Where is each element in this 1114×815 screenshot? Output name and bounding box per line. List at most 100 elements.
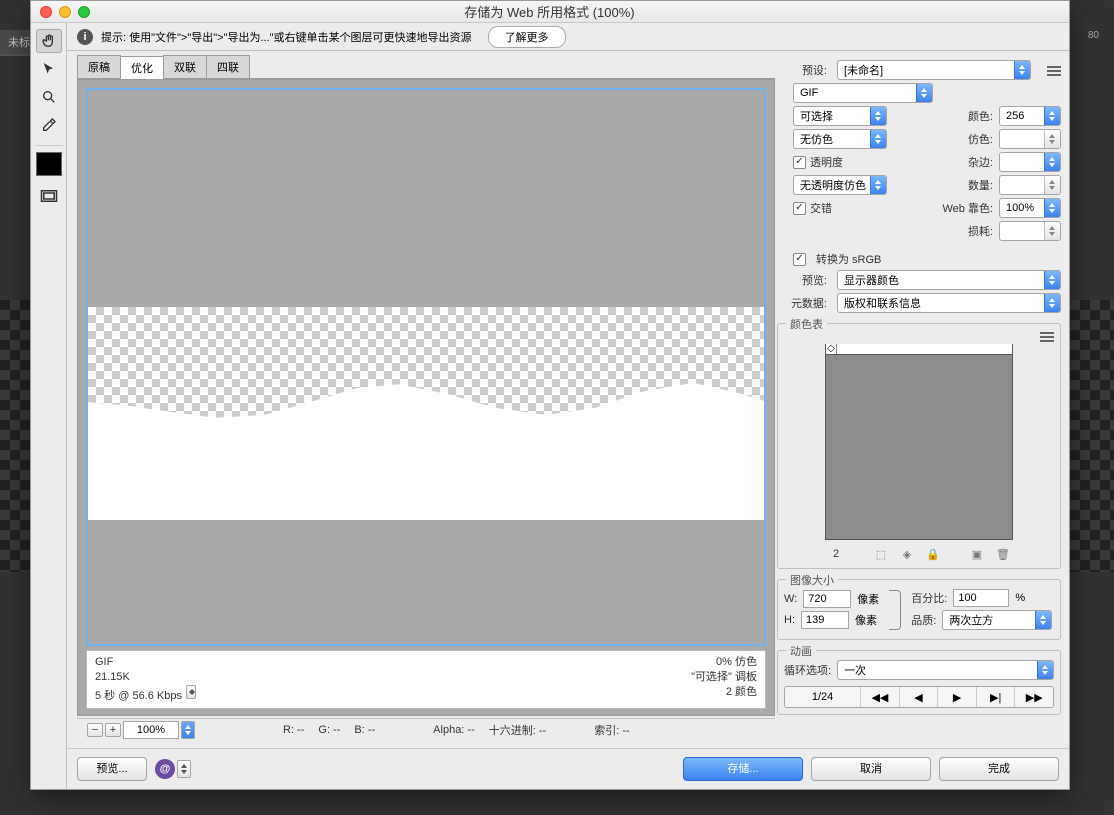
frame-last-button[interactable]: ▶▶ <box>1015 687 1053 707</box>
preset-combo[interactable]: [未命名] <box>837 60 1031 80</box>
frame-play-button[interactable]: ▶ <box>938 687 977 707</box>
done-button[interactable]: 完成 <box>939 757 1059 781</box>
zoom-tool[interactable] <box>36 85 62 109</box>
browser-menu-stepper[interactable] <box>177 760 191 778</box>
matte-label: 杂边: <box>968 154 993 170</box>
websnap-label: Web 靠色: <box>942 200 993 216</box>
info-colors: 2 颜色 <box>691 685 757 700</box>
trans-amount-label: 数量: <box>968 177 993 193</box>
info-palette: "可选择" 调板 <box>691 670 757 685</box>
preview-profile-combo[interactable]: 显示器颜色 <box>837 270 1061 290</box>
preview-profile-label: 预览: <box>777 272 827 288</box>
zoom-stepper[interactable] <box>181 721 195 739</box>
ct-lock-icon[interactable]: 🔒 <box>924 546 942 562</box>
animation-fieldset: 动画 循环选项:一次 1/24 ◀◀ ◀ ▶ ▶| ▶▶ <box>777 650 1061 715</box>
quality-combo[interactable]: 两次立方 <box>942 610 1052 630</box>
hint-bar: i 提示: 使用"文件">"导出">"导出为..."或右键单击某个图层可更快速地… <box>67 23 1069 51</box>
browser-preview-icon[interactable]: @ <box>155 759 175 779</box>
tab-2up[interactable]: 双联 <box>163 55 207 78</box>
toggle-slices-button[interactable] <box>36 184 62 208</box>
lossy-label: 损耗: <box>968 223 993 239</box>
learn-more-button[interactable]: 了解更多 <box>488 26 566 48</box>
preset-label: 预设: <box>777 62 827 78</box>
info-dither: 0% 仿色 <box>691 655 757 670</box>
info-time: 5 秒 @ 56.6 Kbps <box>95 685 196 704</box>
frame-prev-button[interactable]: ◀ <box>900 687 939 707</box>
dither-combo[interactable]: 无仿色 <box>793 129 887 149</box>
constrain-proportions-icon[interactable] <box>889 590 901 630</box>
transparency-label: 透明度 <box>810 154 843 170</box>
quality-label: 品质: <box>911 612 936 628</box>
interlaced-checkbox[interactable] <box>793 202 806 215</box>
eyedropper-tool[interactable] <box>36 113 62 137</box>
convert-srgb-label: 转换为 sRGB <box>816 251 881 267</box>
transparency-checkbox[interactable] <box>793 156 806 169</box>
background-canvas-info: 80 <box>1088 30 1099 41</box>
window-close-button[interactable] <box>40 6 52 18</box>
zoom-in-btn[interactable]: + <box>105 723 121 737</box>
dialog-buttons: 预览... @ 存储... 取消 完成 <box>67 748 1069 789</box>
cancel-button[interactable]: 取消 <box>811 757 931 781</box>
animation-title: 动画 <box>786 643 816 659</box>
color-table-title: 颜色表 <box>786 316 827 332</box>
hand-tool[interactable] <box>36 29 62 53</box>
metadata-combo[interactable]: 版权和联系信息 <box>837 293 1061 313</box>
status-bar: − + R: -- G: -- B: -- Alpha: -- 十六进 <box>77 718 775 740</box>
ct-delete-icon[interactable]: 🗑 <box>994 546 1012 562</box>
download-rate-popup[interactable] <box>186 685 196 699</box>
ct-btn-2[interactable]: ◈ <box>898 546 916 562</box>
ct-new-icon[interactable]: ▣ <box>968 546 986 562</box>
lossy-combo <box>999 221 1061 241</box>
window-minimize-button[interactable] <box>59 6 71 18</box>
hint-text: 提示: 使用"文件">"导出">"导出为..."或右键单击某个图层可更快速地导出… <box>101 29 472 45</box>
height-label: H: <box>784 614 795 626</box>
percent-unit: % <box>1015 592 1025 604</box>
tab-optimized[interactable]: 优化 <box>120 56 164 79</box>
tab-original[interactable]: 原稿 <box>77 55 121 78</box>
preview-button[interactable]: 预览... <box>77 757 147 781</box>
window-title: 存储为 Web 所用格式 (100%) <box>90 2 1009 21</box>
matte-combo[interactable] <box>999 152 1061 172</box>
status-g: G: -- <box>318 724 340 736</box>
window-zoom-button[interactable] <box>78 6 90 18</box>
height-input[interactable] <box>801 611 849 629</box>
reduction-combo[interactable]: 可选择 <box>793 106 887 126</box>
transparency-dither-combo[interactable]: 无透明度仿色 <box>793 175 887 195</box>
status-alpha: Alpha: -- <box>433 724 475 736</box>
convert-srgb-checkbox[interactable] <box>793 253 806 266</box>
colors-combo[interactable]: 256 <box>999 106 1061 126</box>
preview-mode-tabs: 原稿 优化 双联 四联 <box>77 55 775 79</box>
loop-combo[interactable]: 一次 <box>837 660 1054 680</box>
websnap-combo[interactable]: 100% <box>999 198 1061 218</box>
window-titlebar: 存储为 Web 所用格式 (100%) <box>31 1 1069 23</box>
slice-select-tool[interactable] <box>36 57 62 81</box>
width-input[interactable] <box>803 590 851 608</box>
zoom-level-input[interactable] <box>123 721 179 739</box>
percent-input[interactable] <box>953 589 1009 607</box>
trans-amount-combo <box>999 175 1061 195</box>
format-combo[interactable]: GIF <box>793 83 933 103</box>
image-size-fieldset: 图像大小 W:像素 H:像素 百分比:% 品质:两次立方 <box>777 579 1061 640</box>
zoom-out-btn[interactable]: − <box>87 723 103 737</box>
color-table-fieldset: 颜色表 ◇ 2 ⬚ ◈ 🔒 ▣ 🗑 <box>777 323 1061 569</box>
color-table-menu-icon[interactable] <box>1040 330 1054 342</box>
color-table-swatches[interactable] <box>825 354 1013 540</box>
frame-first-button[interactable]: ◀◀ <box>861 687 900 707</box>
interlaced-label: 交错 <box>810 200 832 216</box>
preset-menu-icon[interactable] <box>1047 64 1061 76</box>
status-index: 索引: -- <box>594 722 629 738</box>
eyedropper-color-swatch[interactable] <box>36 152 62 176</box>
color-count: 2 <box>826 548 846 560</box>
width-unit: 像素 <box>857 591 879 607</box>
save-button[interactable]: 存储... <box>683 757 803 781</box>
info-size: 21.15K <box>95 670 196 685</box>
save-for-web-window: 存储为 Web 所用格式 (100%) <box>30 0 1070 790</box>
width-label: W: <box>784 593 797 605</box>
tab-4up[interactable]: 四联 <box>206 55 250 78</box>
ct-btn-1[interactable]: ⬚ <box>872 546 890 562</box>
preview-image[interactable] <box>86 88 766 646</box>
height-unit: 像素 <box>855 612 877 628</box>
preview-area: GIF 21.15K 5 秒 @ 56.6 Kbps 0% 仿色 "可选择" 调… <box>77 79 775 716</box>
settings-panel: 预设: [未命名] GIF 可选择 颜色: 256 <box>777 51 1069 748</box>
frame-next-button[interactable]: ▶| <box>977 687 1016 707</box>
